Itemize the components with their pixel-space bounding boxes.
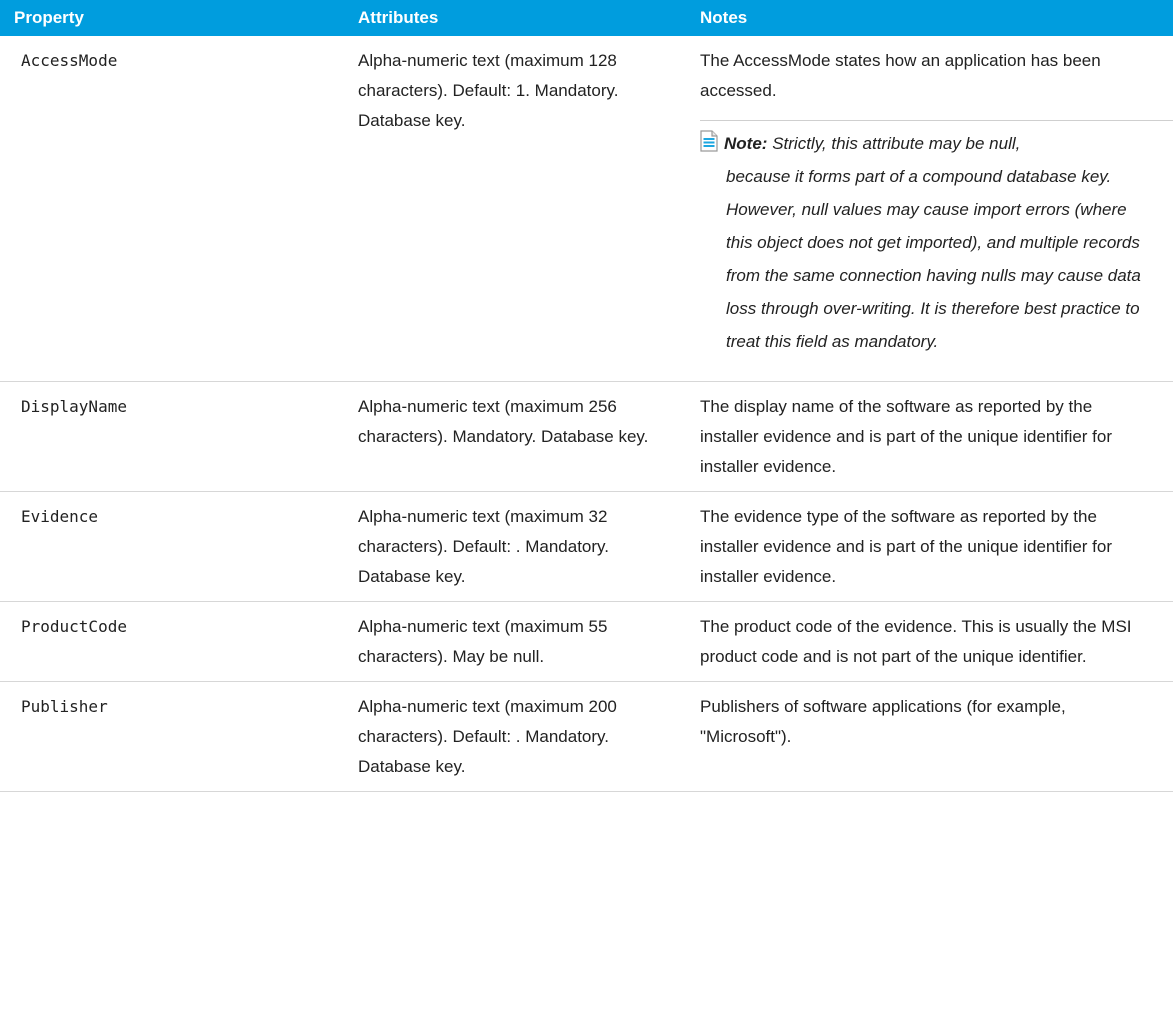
property-attributes: Alpha-numeric text (maximum 32 character… <box>344 491 686 602</box>
note-callout: Note: Strictly, this attribute may be nu… <box>700 121 1147 372</box>
properties-table: Property Attributes Notes AccessMode Alp… <box>0 0 1173 792</box>
table-row: Evidence Alpha-numeric text (maximum 32 … <box>0 491 1173 602</box>
property-attributes: Alpha-numeric text (maximum 200 characte… <box>344 681 686 792</box>
note-label: Note: <box>724 134 768 153</box>
property-notes: The evidence type of the software as rep… <box>686 491 1173 602</box>
property-notes: The AccessMode states how an application… <box>700 51 1101 100</box>
property-name: Evidence <box>0 491 344 602</box>
property-attributes: Alpha-numeric text (maximum 128 characte… <box>344 36 686 382</box>
table-row: DisplayName Alpha-numeric text (maximum … <box>0 381 1173 492</box>
table-header: Property Attributes Notes <box>0 0 1173 36</box>
property-attributes: Alpha-numeric text (maximum 55 character… <box>344 601 686 682</box>
property-name: Publisher <box>0 681 344 792</box>
table-row: AccessMode Alpha-numeric text (maximum 1… <box>0 36 1173 382</box>
property-notes: Publishers of software applications (for… <box>686 681 1173 792</box>
property-name: DisplayName <box>0 381 344 492</box>
note-text-first-line: Strictly, this attribute may be null, <box>772 134 1021 153</box>
header-property: Property <box>0 0 344 36</box>
note-text: because it forms part of a compound data… <box>726 167 1141 351</box>
property-notes: The display name of the software as repo… <box>686 381 1173 492</box>
header-row: Property Attributes Notes <box>0 0 1173 36</box>
table-row: ProductCode Alpha-numeric text (maximum … <box>0 601 1173 682</box>
table-body: AccessMode Alpha-numeric text (maximum 1… <box>0 36 1173 792</box>
header-notes: Notes <box>686 0 1173 36</box>
property-name: ProductCode <box>0 601 344 682</box>
property-notes-cell: The AccessMode states how an application… <box>686 36 1173 382</box>
header-attributes: Attributes <box>344 0 686 36</box>
property-attributes: Alpha-numeric text (maximum 256 characte… <box>344 381 686 492</box>
property-notes: The product code of the evidence. This i… <box>686 601 1173 682</box>
table-row: Publisher Alpha-numeric text (maximum 20… <box>0 681 1173 792</box>
property-name: AccessMode <box>0 36 344 382</box>
note-document-icon <box>700 130 718 152</box>
